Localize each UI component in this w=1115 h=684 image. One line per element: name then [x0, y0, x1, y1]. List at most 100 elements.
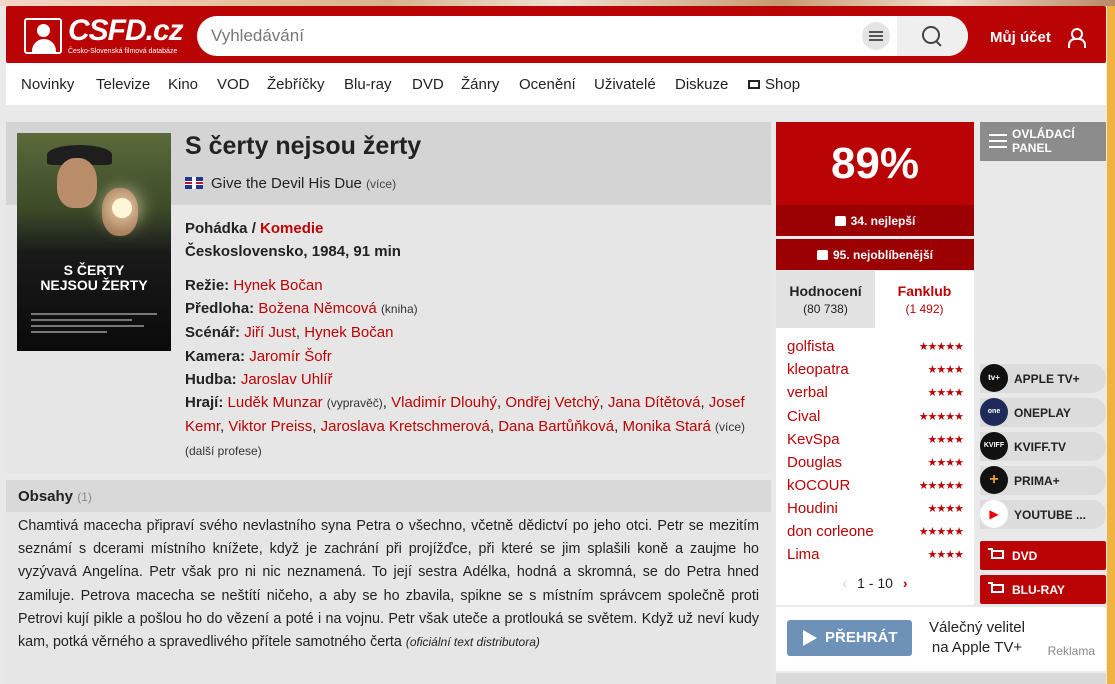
advertisement: PŘEHRÁT Válečný velitel na Apple TV+ Rek… — [776, 607, 1106, 671]
cast-link[interactable]: Dana Bartůňková — [498, 418, 614, 435]
search-filter-button[interactable] — [862, 22, 890, 50]
nav-uzivatele[interactable]: Uživatelé — [594, 76, 656, 93]
rater-name[interactable]: Cival — [787, 408, 820, 425]
uk-flag-icon — [185, 177, 203, 189]
poster-title: S ČERTY NEJSOU ŽERTY — [17, 263, 171, 293]
rater-name[interactable]: kOCOUR — [787, 477, 850, 494]
control-panel-button[interactable]: OVLÁDACÍ PANEL — [980, 122, 1106, 161]
alt-title: Give the Devil His Due — [211, 175, 362, 192]
plot-text: Chamtivá macecha připraví svého nevlastn… — [18, 515, 759, 654]
music-link[interactable]: Jaroslav Uhlíř — [241, 371, 333, 388]
nav-dvd[interactable]: DVD — [412, 76, 444, 93]
rater-name[interactable]: golfista — [787, 338, 835, 355]
account-link[interactable]: Můj účet — [990, 29, 1051, 46]
nav-novinky[interactable]: Novinky — [21, 76, 74, 93]
cart-icon — [988, 548, 1004, 559]
music-label: Hudba: — [185, 370, 237, 388]
tab-ratings[interactable]: Hodnocení (80 738) — [776, 271, 875, 328]
plot-body: Chamtivá macecha připraví svého nevlastn… — [18, 518, 759, 651]
camera-link[interactable]: Jaromír Šofr — [249, 348, 332, 365]
nav-kino[interactable]: Kino — [168, 76, 198, 93]
search-input[interactable] — [211, 16, 851, 56]
source-type: (kniha) — [380, 302, 418, 317]
next-page-icon[interactable]: › — [903, 575, 908, 591]
more-professions-link[interactable]: (další profese) — [185, 444, 262, 458]
rank-popular[interactable]: 95. nejoblíbenější — [776, 239, 974, 270]
cart-icon — [748, 80, 760, 89]
poster-title-line1: S ČERTY — [63, 262, 125, 278]
thumbs-up-icon — [816, 250, 828, 260]
rater-stars: ★★★★ — [927, 457, 964, 469]
poster-title-line2: NEJSOU ŽERTY — [40, 277, 148, 293]
plot-section: Obsahy (1) Chamtivá macecha připraví své… — [6, 480, 771, 684]
cast-link[interactable]: Vladimír Dlouhý — [391, 394, 497, 411]
rater-name[interactable]: Houdini — [787, 500, 838, 517]
cast-link[interactable]: Viktor Preiss — [228, 418, 312, 435]
ratings-pager: ‹ 1 - 10 › — [776, 575, 974, 591]
rater-name[interactable]: KevSpa — [787, 431, 840, 448]
apple-tv-icon: tv+ — [980, 364, 1008, 392]
nav-oceneni[interactable]: Ocenění — [519, 76, 576, 93]
crew-list: Režie: Hynek Bočan Předloha: Božena Němc… — [185, 277, 745, 459]
rater-name[interactable]: don corleone — [787, 523, 874, 540]
user-icon[interactable] — [1067, 28, 1086, 48]
search-button[interactable] — [897, 16, 968, 56]
cast-link[interactable]: Monika Stará — [622, 418, 710, 435]
writer-link[interactable]: Hynek Bočan — [304, 324, 393, 341]
rater-stars: ★★★★ — [927, 503, 964, 515]
director-link[interactable]: Hynek Bočan — [233, 277, 322, 294]
poster-credits — [31, 313, 157, 339]
rater-name[interactable]: verbal — [787, 384, 828, 401]
logo-text: CSFD.cz — [68, 14, 184, 47]
cast-link[interactable]: Luděk Munzar — [228, 394, 323, 411]
cast-link[interactable]: Jaroslava Kretschmerová — [321, 418, 490, 435]
movie-poster[interactable]: S ČERTY NEJSOU ŽERTY — [17, 133, 171, 351]
pager-range: 1 - 10 — [857, 575, 893, 591]
vod-youtube[interactable]: ▶ YOUTUBE ... — [980, 500, 1106, 529]
nav-zebricky[interactable]: Žebříčky — [267, 76, 325, 93]
ratings-count: (80 738) — [803, 302, 848, 316]
logo-subtitle: Česko-Slovenská filmová databáze — [68, 48, 178, 55]
nav-bluray[interactable]: Blu-ray — [344, 76, 392, 93]
cast-link[interactable]: Ondřej Vetchý — [505, 394, 599, 411]
cast-more-link[interactable]: (více) — [715, 420, 745, 434]
nav-diskuze[interactable]: Diskuze — [675, 76, 728, 93]
plot-title: Obsahy (1) — [18, 488, 92, 505]
nav-shop-link[interactable]: Shop — [748, 76, 800, 93]
site-logo[interactable]: CSFD.cz Česko-Slovenská filmová databáze — [24, 14, 194, 58]
alt-title-more-link[interactable]: (více) — [366, 177, 396, 191]
rater-name[interactable]: Lima — [787, 546, 820, 563]
rater-name[interactable]: Douglas — [787, 454, 842, 471]
genre-komedie[interactable]: Komedie — [260, 220, 323, 237]
rank-best[interactable]: 34. nejlepší — [776, 205, 974, 236]
source-link[interactable]: Božena Němcová — [258, 300, 376, 317]
rating-tabs: Hodnocení (80 738) Fanklub (1 492) — [776, 271, 974, 328]
cast-link[interactable]: Jana Dítětová — [608, 394, 701, 411]
nav-televize[interactable]: Televize — [96, 76, 150, 93]
cart-icon — [988, 582, 1004, 593]
rater-name[interactable]: kleopatra — [787, 361, 849, 378]
prima-plus-icon: + — [980, 466, 1008, 494]
movie-origin: Československo, 1984, 91 min — [185, 243, 401, 260]
site-header: CSFD.cz Česko-Slovenská filmová databáze… — [6, 6, 1106, 63]
rater-stars: ★★★★ — [927, 434, 964, 446]
writer-link[interactable]: Jiří Just — [244, 324, 296, 341]
vod-apple-tv[interactable]: tv+ APPLE TV+ — [980, 364, 1106, 393]
prev-page-icon[interactable]: ‹ — [842, 575, 847, 591]
vod-prima[interactable]: + PRIMA+ — [980, 466, 1106, 495]
buy-bluray-button[interactable]: BLU-RAY — [980, 575, 1106, 604]
narrator-note: (vypravěč) — [326, 396, 383, 411]
nav-shop-label: Shop — [765, 76, 801, 93]
genre-pohadka[interactable]: Pohádka — [185, 220, 248, 237]
tab-fanclub[interactable]: Fanklub (1 492) — [875, 271, 974, 328]
nav-vod[interactable]: VOD — [217, 76, 250, 93]
vod-kviff[interactable]: KVIFF KVIFF.TV — [980, 432, 1106, 461]
ad-play-button[interactable]: PŘEHRÁT — [787, 620, 912, 656]
vod-oneplay[interactable]: one playONEPLAY — [980, 398, 1106, 443]
buy-dvd-button[interactable]: DVD — [980, 541, 1106, 570]
genres: Pohádka / Komedie — [185, 220, 324, 237]
ad-text[interactable]: Válečný velitel na Apple TV+ — [922, 618, 1032, 658]
nav-zanry[interactable]: Žánry — [461, 76, 499, 93]
oneplay-icon: one play — [980, 398, 1008, 443]
rating-score: 89% — [776, 122, 974, 205]
